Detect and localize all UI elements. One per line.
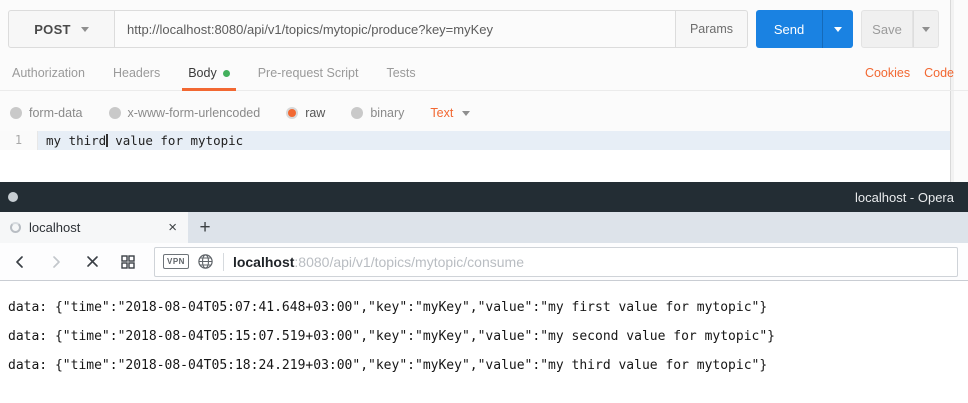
browser-tabstrip: localhost × + <box>0 212 968 243</box>
request-bar: POST Params Send Save <box>8 10 939 48</box>
tab-label: Authorization <box>12 66 85 80</box>
tab-label: Tests <box>386 66 415 80</box>
url-input[interactable] <box>115 10 676 48</box>
browser-navbar: VPN localhost:8080/api/v1/topics/mytopic… <box>0 243 968 281</box>
radio-icon <box>109 107 121 119</box>
radio-selected-icon <box>286 107 298 119</box>
request-tabs: Authorization Headers Body Pre-request S… <box>0 56 968 91</box>
chevron-down-icon <box>81 27 89 32</box>
address-separator <box>223 253 224 271</box>
mode-binary[interactable]: binary <box>351 106 404 120</box>
address-path: :8080/api/v1/topics/mytopic/consume <box>294 254 524 270</box>
globe-icon[interactable] <box>197 253 214 270</box>
speed-dial-icon[interactable] <box>114 248 142 276</box>
body-populated-dot <box>223 70 230 77</box>
new-tab-button[interactable]: + <box>188 212 222 243</box>
params-button[interactable]: Params <box>676 10 748 48</box>
raw-type-label: Text <box>430 106 453 120</box>
stop-button[interactable] <box>78 248 106 276</box>
line-number: 1 <box>0 131 38 150</box>
postman-window: POST Params Send Save Authorization <box>0 0 968 182</box>
chevron-down-icon <box>462 111 470 116</box>
tabs-right-links: Cookies Code <box>865 56 968 90</box>
mode-form-data[interactable]: form-data <box>10 106 83 120</box>
tab-label: Headers <box>113 66 160 80</box>
cookies-link[interactable]: Cookies <box>865 66 910 80</box>
method-label: POST <box>34 22 71 37</box>
tab-tests[interactable]: Tests <box>384 56 417 90</box>
tab-label: Pre-request Script <box>258 66 359 80</box>
chevron-down-icon <box>834 27 842 32</box>
mode-label: raw <box>305 106 325 120</box>
code-link[interactable]: Code <box>924 66 954 80</box>
editor-line: 1 my third value for mytopic <box>0 131 950 150</box>
mode-raw[interactable]: raw <box>286 106 325 120</box>
mode-label: x-www-form-urlencoded <box>128 106 261 120</box>
send-button[interactable]: Send <box>756 10 822 48</box>
forward-button[interactable] <box>42 248 70 276</box>
send-dropdown-button[interactable] <box>822 10 853 48</box>
screen: POST Params Send Save Authorization <box>0 0 968 403</box>
sse-data-line: data: {"time":"2018-08-04T05:18:24.219+0… <box>8 351 968 380</box>
sse-data-line: data: {"time":"2018-08-04T05:07:41.648+0… <box>8 293 968 322</box>
send-button-group: Send <box>756 10 853 48</box>
browser-tab-localhost[interactable]: localhost × <box>0 212 188 243</box>
editor-text: my third value for mytopic <box>38 131 950 150</box>
save-button-group: Save <box>861 10 939 48</box>
body-mode-selector: form-data x-www-form-urlencoded raw bina… <box>10 98 470 128</box>
method-dropdown[interactable]: POST <box>8 10 115 48</box>
window-title: localhost - Opera <box>855 190 968 205</box>
postman-scrollbar[interactable] <box>950 0 954 182</box>
radio-icon <box>10 107 22 119</box>
raw-type-dropdown[interactable]: Text <box>430 106 470 120</box>
tab-body[interactable]: Body <box>186 56 232 90</box>
radio-icon <box>351 107 363 119</box>
loading-spinner-icon <box>10 222 21 233</box>
raw-body-editor[interactable]: 1 my third value for mytopic <box>0 131 950 182</box>
save-button[interactable]: Save <box>861 10 913 48</box>
sse-data-line: data: {"time":"2018-08-04T05:15:07.519+0… <box>8 322 968 351</box>
address-bar[interactable]: VPN localhost:8080/api/v1/topics/mytopic… <box>154 247 958 277</box>
browser-tab-title: localhost <box>29 220 165 235</box>
tab-label: Body <box>188 66 217 80</box>
mode-label: binary <box>370 106 404 120</box>
tab-authorization[interactable]: Authorization <box>10 56 87 90</box>
text-before-cursor: my third <box>46 133 106 148</box>
opera-titlebar: localhost - Opera <box>0 182 968 212</box>
tab-headers[interactable]: Headers <box>111 56 162 90</box>
mode-x-www-form-urlencoded[interactable]: x-www-form-urlencoded <box>109 106 261 120</box>
mode-label: form-data <box>29 106 83 120</box>
vpn-badge[interactable]: VPN <box>163 254 189 269</box>
window-status-dot-icon <box>8 192 18 202</box>
text-after-cursor: value for mytopic <box>108 133 243 148</box>
close-tab-icon[interactable]: × <box>165 220 180 235</box>
chevron-down-icon <box>922 27 930 32</box>
page-content: data: {"time":"2018-08-04T05:07:41.648+0… <box>0 281 968 403</box>
save-dropdown-button[interactable] <box>913 10 939 48</box>
back-button[interactable] <box>6 248 34 276</box>
tab-pre-request-script[interactable]: Pre-request Script <box>256 56 361 90</box>
address-host: localhost <box>233 254 294 270</box>
